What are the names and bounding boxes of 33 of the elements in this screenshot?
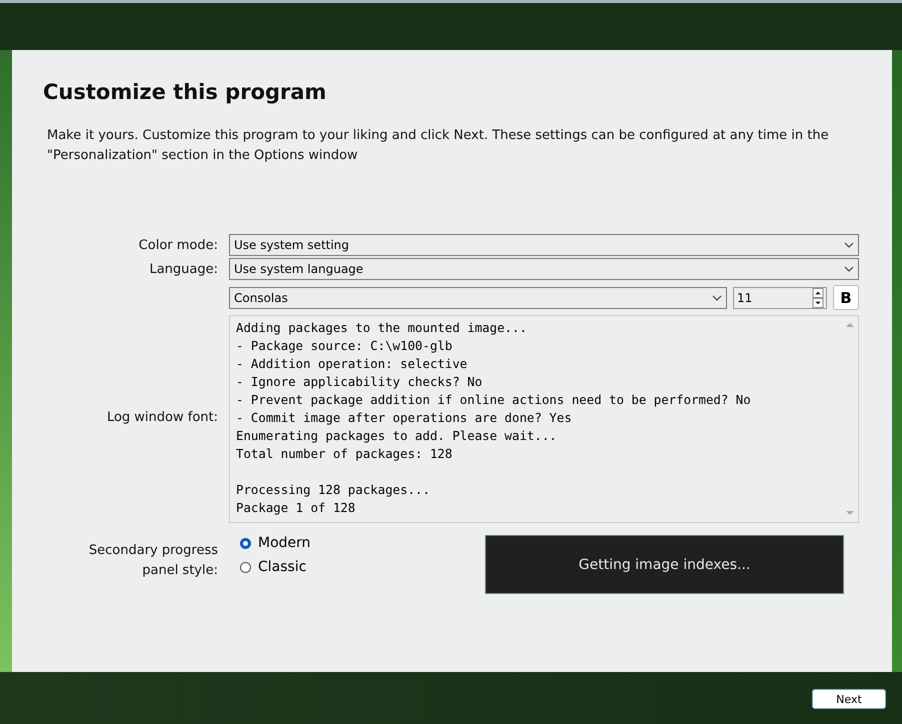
language-dropdown[interactable]: Use system language [229,258,859,280]
chevron-icon [844,242,854,248]
font-dropdown[interactable]: Consolas [229,286,727,308]
log-line: - Ignore applicability checks? No [236,373,484,391]
log-line: Total number of packages: 128 [236,445,454,463]
log-line: - Prevent package addition if online actions need to be performed? No [236,391,752,409]
bold-button[interactable]: B [833,285,859,310]
chevron-icon [844,266,854,272]
field-label: Language: [148,262,218,276]
log-line: - Addition operation: selective [236,355,468,373]
radio-option[interactable]: Classic [240,559,306,575]
log-line: Enumerating packages to add. Please wait... [236,427,558,445]
log-line: Package 1 of 128 [236,499,356,517]
log-line: - Package source: C:\w100-glb [236,337,454,355]
chevron-icon [712,294,722,300]
log-line: Processing 128 packages... [236,481,431,499]
field-label: Log window font: [106,410,218,425]
radio-icon[interactable] [240,562,251,572]
spin-arrows-icon [812,288,824,308]
description-text: Make it yours. Customize this program to your liking and click Next. These settings can be configured at any time in the "Personalization" section in the Options window [47,127,830,165]
log-line: - Commit image after operations are done? Yes [236,409,573,427]
font-size-spinner[interactable]: 11 [733,286,827,308]
field-label: Color mode: [138,238,218,252]
log-line: Adding packages to the mounted image... [236,319,528,337]
scroll-down-icon[interactable] [845,510,855,516]
color-mode-dropdown[interactable]: Use system setting [229,234,859,256]
next-button[interactable]: Next [812,689,886,709]
field-label: Secondary progress panel style: [88,542,218,580]
radio-option[interactable]: Modern [240,535,311,551]
radio-icon[interactable] [240,538,251,548]
progress-text: Getting image indexes... [578,556,750,572]
page-title: Customize this program [43,80,328,104]
scroll-up-icon[interactable] [845,322,855,328]
